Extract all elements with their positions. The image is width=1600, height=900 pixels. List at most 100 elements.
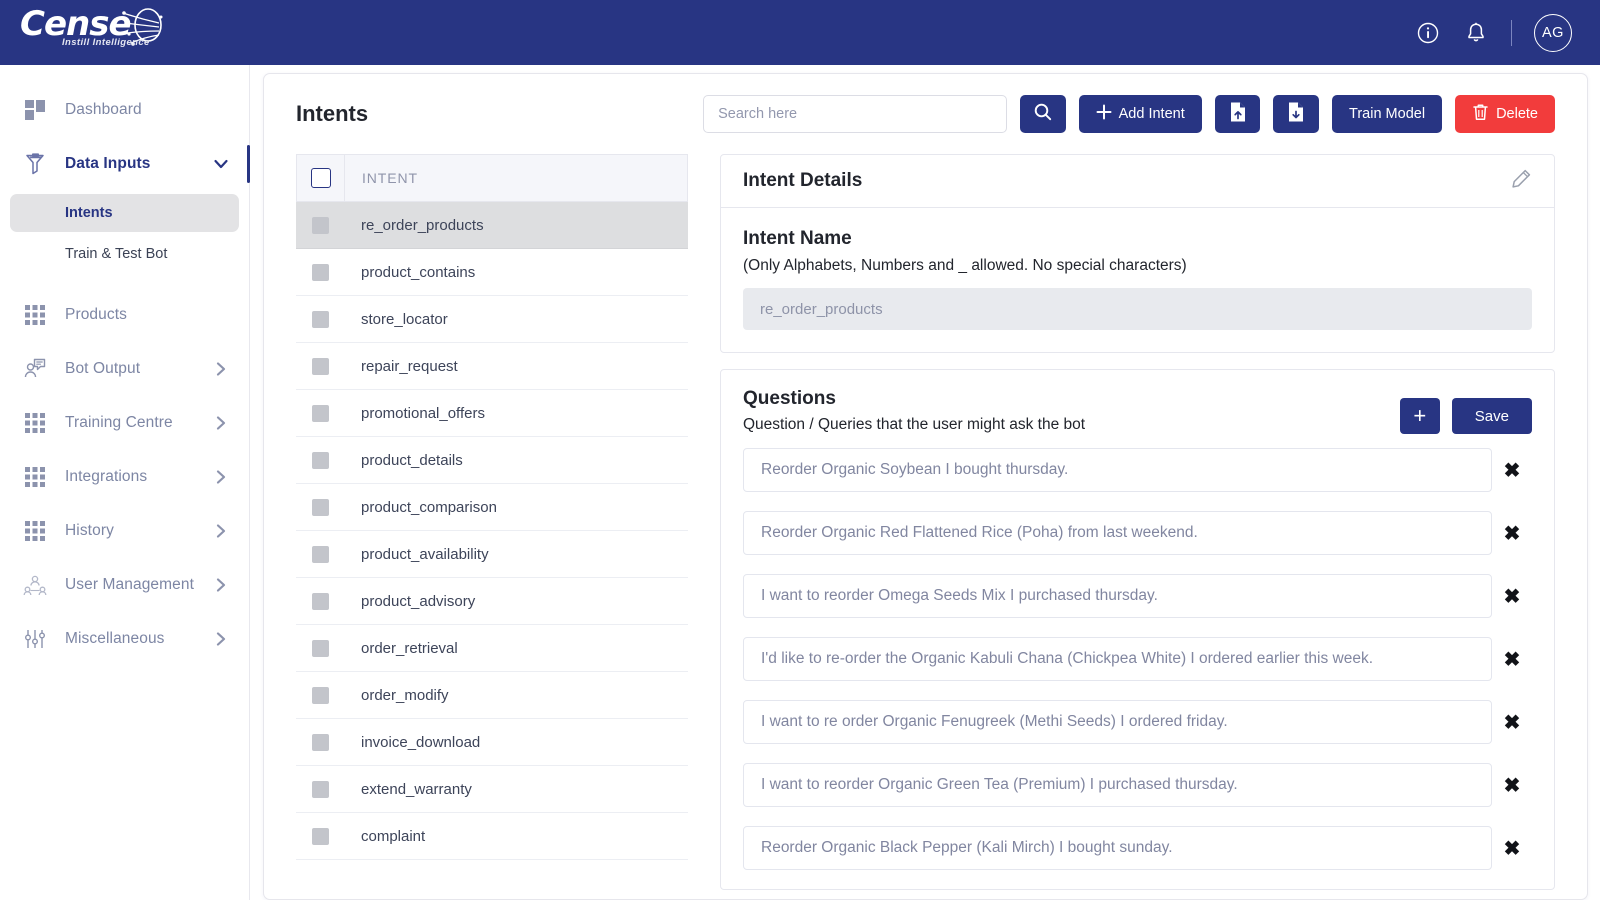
question-input[interactable]: I want to reorder Omega Seeds Mix I purc… [743, 574, 1492, 618]
row-checkbox-cell [296, 639, 344, 657]
sidebar-item-data-inputs[interactable]: Data Inputs [0, 137, 250, 191]
intent-details-card: Intent Details Intent Name (Only Alphabe… [720, 154, 1555, 353]
row-checkbox-cell [296, 404, 344, 422]
intent-name-cell: product_contains [361, 263, 476, 281]
sliders-icon [22, 626, 48, 652]
sidebar-item-bot-output[interactable]: Bot Output [0, 342, 249, 396]
row-checkbox[interactable] [311, 216, 329, 234]
table-row[interactable]: complaint [296, 813, 688, 860]
top-header-actions: AG [1415, 13, 1572, 52]
table-row[interactable]: order_retrieval [296, 625, 688, 672]
user-chat-icon [22, 356, 48, 382]
sidebar-item-integrations[interactable]: Integrations [0, 450, 249, 504]
sidebar-item-products[interactable]: Products [0, 288, 249, 342]
chevron-down-icon[interactable] [211, 154, 231, 174]
chevron-right-icon[interactable] [211, 629, 231, 649]
plus-icon [1096, 104, 1112, 124]
search-button[interactable] [1020, 95, 1066, 133]
row-checkbox[interactable] [311, 404, 329, 422]
intent-table-body: re_order_products product_contains store_l… [296, 202, 688, 860]
remove-question-button[interactable]: ✖ [1492, 584, 1532, 609]
users-group-icon [22, 572, 48, 598]
table-row[interactable]: invoice_download [296, 719, 688, 766]
chevron-right-icon[interactable] [211, 413, 231, 433]
table-row[interactable]: product_comparison [296, 484, 688, 531]
download-intents-button[interactable] [1273, 95, 1320, 133]
row-checkbox[interactable] [311, 827, 329, 845]
questions-list: Reorder Organic Soybean I bought thursda… [721, 434, 1554, 870]
question-input[interactable]: Reorder Organic Red Flattened Rice (Poha… [743, 511, 1492, 555]
remove-question-button[interactable]: ✖ [1492, 458, 1532, 483]
sidebar-sub-label: Train & Test Bot [65, 246, 168, 262]
save-questions-button[interactable]: Save [1451, 398, 1532, 434]
select-all-checkbox[interactable] [310, 168, 331, 188]
intent-name-label: Intent Name [743, 228, 852, 249]
chevron-right-icon[interactable] [211, 575, 231, 595]
table-row[interactable]: extend_warranty [296, 766, 688, 813]
question-row: Reorder Organic Red Flattened Rice (Poha… [743, 511, 1532, 555]
remove-question-button[interactable]: ✖ [1492, 710, 1532, 735]
row-checkbox[interactable] [311, 780, 329, 798]
pencil-edit-icon[interactable] [1510, 168, 1532, 195]
sidebar-item-label: Miscellaneous [65, 630, 165, 647]
row-checkbox[interactable] [311, 733, 329, 751]
row-checkbox[interactable] [311, 310, 329, 328]
table-row[interactable]: re_order_products [296, 202, 688, 249]
avatar[interactable]: AG [1534, 13, 1572, 52]
row-checkbox-cell [296, 733, 344, 751]
intent-table-header: INTENT [296, 154, 688, 202]
row-checkbox[interactable] [311, 545, 329, 563]
add-question-button[interactable]: + [1399, 398, 1440, 434]
train-model-button[interactable]: Train Model [1332, 95, 1443, 133]
question-input[interactable]: I'd like to re-order the Organic Kabuli … [743, 637, 1492, 681]
row-checkbox-cell [296, 451, 344, 469]
apps-grid-icon [22, 518, 48, 544]
question-text: I'd like to re-order the Organic Kabuli … [761, 650, 1374, 667]
chevron-right-icon[interactable] [211, 359, 231, 379]
sidebar-item-miscellaneous[interactable]: Miscellaneous [0, 612, 249, 666]
row-checkbox[interactable] [311, 639, 329, 657]
table-row[interactable]: product_details [296, 437, 688, 484]
search-input[interactable]: Search here [703, 95, 1007, 133]
table-row[interactable]: order_modify [296, 672, 688, 719]
info-circle-icon[interactable] [1415, 20, 1441, 46]
row-checkbox[interactable] [311, 592, 329, 610]
intent-name-input[interactable]: re_order_products [743, 288, 1532, 330]
question-row: I want to reorder Omega Seeds Mix I purc… [743, 574, 1532, 618]
brand-logo[interactable]: Cense Instill Intelligence [20, 7, 175, 58]
table-row[interactable]: product_advisory [296, 578, 688, 625]
add-intent-button[interactable]: Add Intent [1078, 95, 1202, 133]
table-row[interactable]: repair_request [296, 343, 688, 390]
row-checkbox[interactable] [311, 357, 329, 375]
table-row[interactable]: store_locator [296, 296, 688, 343]
delete-button[interactable]: Delete [1455, 95, 1555, 133]
remove-question-button[interactable]: ✖ [1492, 647, 1532, 672]
upload-intents-button[interactable] [1214, 95, 1261, 133]
row-checkbox[interactable] [311, 451, 329, 469]
intent-name-section: Intent Name (Only Alphabets, Numbers and… [721, 208, 1554, 352]
row-checkbox[interactable] [311, 498, 329, 516]
sidebar-item-user-management[interactable]: User Management [0, 558, 249, 612]
question-input[interactable]: Reorder Organic Black Pepper (Kali Mirch… [743, 826, 1492, 870]
question-input[interactable]: I want to re order Organic Fenugreek (Me… [743, 700, 1492, 744]
sidebar-item-intents[interactable]: Intents [10, 194, 239, 232]
bell-icon[interactable] [1463, 20, 1489, 46]
sidebar-item-train-test-bot[interactable]: Train & Test Bot [10, 235, 239, 273]
sidebar-item-training-centre[interactable]: Training Centre [0, 396, 249, 450]
chevron-right-icon[interactable] [211, 467, 231, 487]
question-input[interactable]: I want to reorder Organic Green Tea (Pre… [743, 763, 1492, 807]
sidebar-item-history[interactable]: History [0, 504, 249, 558]
table-row[interactable]: promotional_offers [296, 390, 688, 437]
remove-question-button[interactable]: ✖ [1492, 836, 1532, 861]
remove-question-button[interactable]: ✖ [1492, 521, 1532, 546]
table-row[interactable]: product_availability [296, 531, 688, 578]
table-row[interactable]: product_contains [296, 249, 688, 296]
sidebar-item-dashboard[interactable]: Dashboard [0, 83, 249, 137]
remove-question-button[interactable]: ✖ [1492, 773, 1532, 798]
question-input[interactable]: Reorder Organic Soybean I bought thursda… [743, 448, 1492, 492]
row-checkbox[interactable] [311, 686, 329, 704]
questions-title: Questions [743, 388, 836, 409]
row-checkbox[interactable] [311, 263, 329, 281]
chevron-right-icon[interactable] [211, 521, 231, 541]
intent-name-cell: invoice_download [361, 733, 481, 751]
